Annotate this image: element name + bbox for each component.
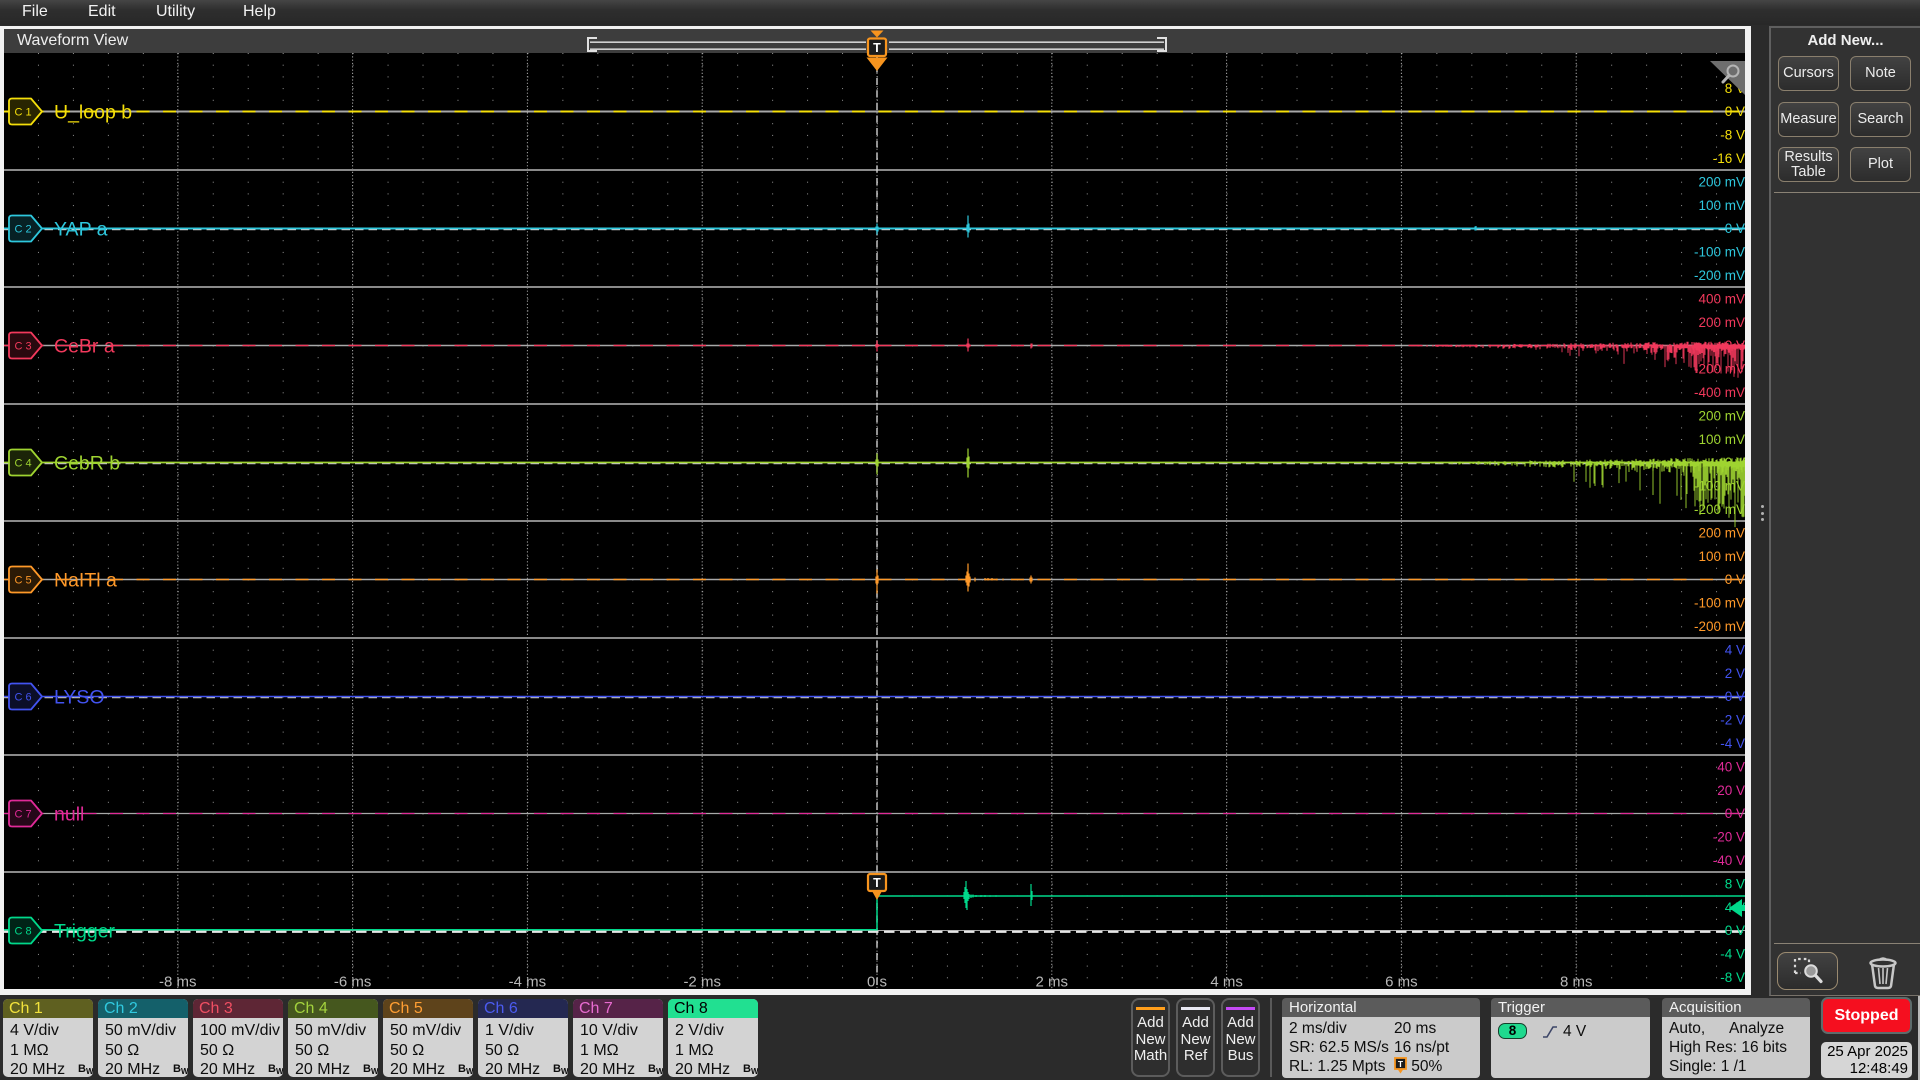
svg-text:0 V: 0 V <box>1725 923 1745 938</box>
svg-text:0 V: 0 V <box>1725 104 1745 119</box>
svg-text:0 V: 0 V <box>1725 455 1745 470</box>
svg-text:0 V: 0 V <box>1725 572 1745 587</box>
svg-text:T: T <box>873 41 881 55</box>
svg-text:NaITl a: NaITl a <box>54 570 117 592</box>
svg-text:200 mV: 200 mV <box>1698 525 1745 540</box>
svg-text:2 V: 2 V <box>1725 666 1745 681</box>
svg-text:T: T <box>873 876 881 890</box>
svg-text:20 V: 20 V <box>1717 783 1745 798</box>
svg-text:-200 mV: -200 mV <box>1694 362 1745 377</box>
svg-text:C 6: C 6 <box>14 692 31 704</box>
svg-text:-6 ms: -6 ms <box>334 974 372 990</box>
svg-text:-8 V: -8 V <box>1720 128 1745 143</box>
svg-text:-400 mV: -400 mV <box>1694 385 1745 400</box>
svg-text:CeBr a: CeBr a <box>54 336 115 358</box>
svg-text:null: null <box>54 804 84 826</box>
svg-text:200 mV: 200 mV <box>1698 408 1745 423</box>
svg-text:-4 V: -4 V <box>1720 947 1745 962</box>
svg-text:200 mV: 200 mV <box>1698 174 1745 189</box>
svg-text:Trigger: Trigger <box>54 921 116 943</box>
svg-text:C 1: C 1 <box>14 107 31 119</box>
svg-text:C 3: C 3 <box>14 341 31 353</box>
svg-text:100 mV: 100 mV <box>1698 198 1745 213</box>
svg-text:0 V: 0 V <box>1725 689 1745 704</box>
svg-text:100 mV: 100 mV <box>1698 549 1745 564</box>
svg-text:-200 mV: -200 mV <box>1694 502 1745 517</box>
svg-text:-2 ms: -2 ms <box>683 974 721 990</box>
svg-text:-100 mV: -100 mV <box>1694 596 1745 611</box>
svg-text:-16 V: -16 V <box>1713 151 1745 166</box>
svg-text:8 V: 8 V <box>1725 876 1745 891</box>
svg-text:U_loop b: U_loop b <box>54 102 132 124</box>
svg-text:T: T <box>1398 1059 1404 1069</box>
svg-text:C 5: C 5 <box>14 575 31 587</box>
svg-text:2 ms: 2 ms <box>1036 974 1069 990</box>
svg-text:0 V: 0 V <box>1725 338 1745 353</box>
svg-text:CebR b: CebR b <box>54 453 120 475</box>
svg-text:0 V: 0 V <box>1725 806 1745 821</box>
svg-text:200 mV: 200 mV <box>1698 315 1745 330</box>
svg-text:-100 mV: -100 mV <box>1694 245 1745 260</box>
svg-text:YAP a: YAP a <box>54 219 108 241</box>
svg-text:6 ms: 6 ms <box>1385 974 1418 990</box>
svg-text:-200 mV: -200 mV <box>1694 268 1745 283</box>
svg-text:C 7: C 7 <box>14 809 31 821</box>
svg-text:-100 mV: -100 mV <box>1694 479 1745 494</box>
svg-text:40 V: 40 V <box>1717 759 1745 774</box>
svg-text:0 s: 0 s <box>867 974 887 990</box>
svg-text:C 4: C 4 <box>14 458 31 470</box>
svg-text:400 mV: 400 mV <box>1698 291 1745 306</box>
svg-text:C 8: C 8 <box>14 926 31 938</box>
svg-text:8 ms: 8 ms <box>1560 974 1593 990</box>
svg-text:100 mV: 100 mV <box>1698 432 1745 447</box>
svg-text:-20 V: -20 V <box>1713 830 1745 845</box>
svg-text:C 2: C 2 <box>14 224 31 236</box>
svg-text:-40 V: -40 V <box>1713 853 1745 868</box>
svg-text:4 ms: 4 ms <box>1210 974 1243 990</box>
svg-text:-8 V: -8 V <box>1720 970 1745 985</box>
svg-text:LYSO: LYSO <box>54 687 105 709</box>
svg-text:0 V: 0 V <box>1725 221 1745 236</box>
svg-text:-4 V: -4 V <box>1720 736 1745 751</box>
svg-text:-200 mV: -200 mV <box>1694 619 1745 634</box>
svg-text:-8 ms: -8 ms <box>159 974 197 990</box>
svg-text:4 V: 4 V <box>1725 642 1745 657</box>
svg-text:-2 V: -2 V <box>1720 713 1745 728</box>
svg-text:-4 ms: -4 ms <box>509 974 547 990</box>
